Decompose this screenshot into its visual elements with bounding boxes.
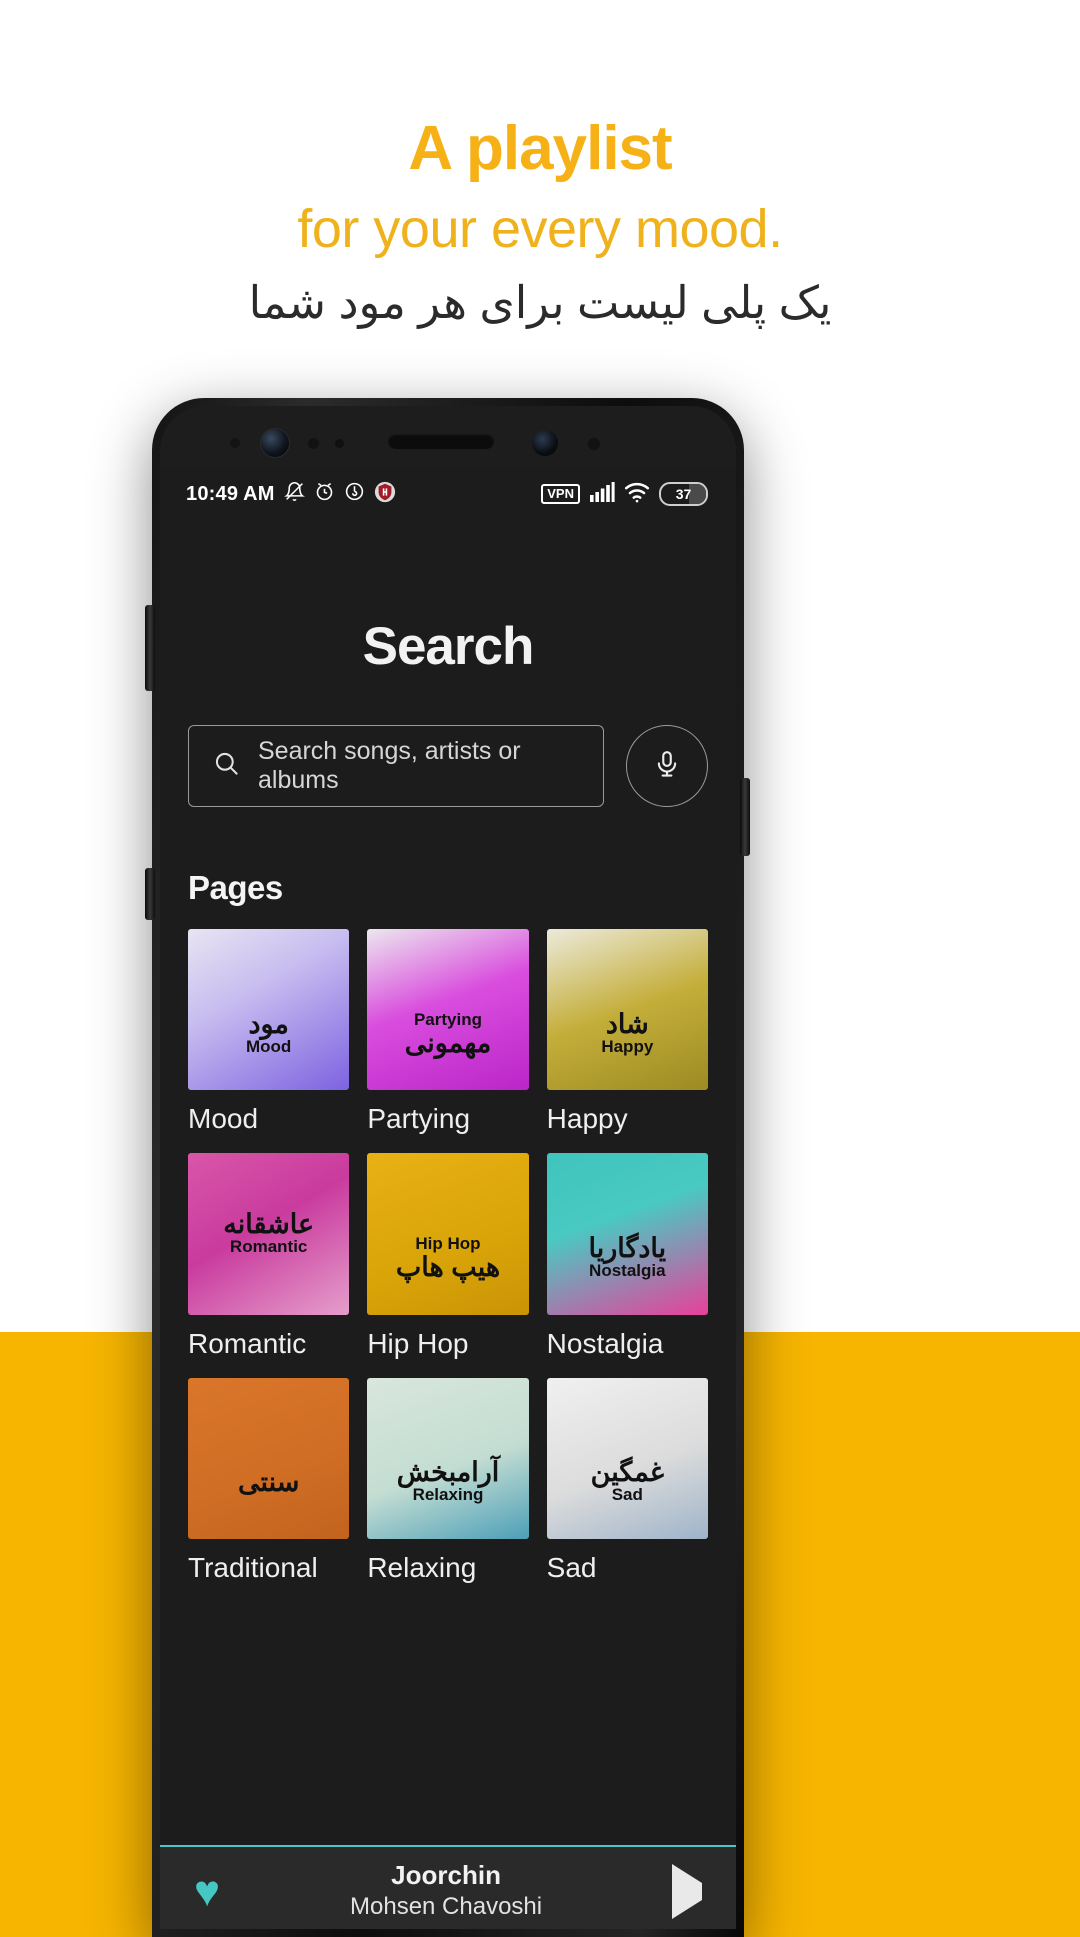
page-card[interactable]: Hip Hop هیپ هاپ Hip Hop bbox=[367, 1153, 529, 1359]
artwork-title-en: Romantic bbox=[229, 1237, 308, 1257]
status-bar-left: 10:49 AM bbox=[186, 481, 396, 508]
page-card-artwork: عاشقانه Romantic bbox=[188, 1153, 350, 1315]
page-card-artwork: شاد Happy bbox=[546, 929, 708, 1091]
page-card-artwork: غمگین Sad bbox=[546, 1377, 708, 1539]
phone-sensor-bar bbox=[160, 406, 736, 476]
artwork-badge: Partying مهمونی bbox=[367, 929, 528, 1090]
app-screen: 10:49 AM VPN 37 Search Search songs, art… bbox=[160, 468, 736, 1929]
battery-indicator: 37 bbox=[659, 482, 708, 506]
promo-headline-line2: for your every mood. bbox=[297, 199, 783, 259]
artwork-badge: شاد Happy bbox=[547, 929, 708, 1090]
phone-screen-bezel: 10:49 AM VPN 37 Search Search songs, art… bbox=[160, 406, 736, 1929]
artwork-title-fa: مهمونی bbox=[404, 1027, 492, 1058]
bell-muted-icon bbox=[283, 481, 305, 507]
page-card[interactable]: سنتی Traditional bbox=[188, 1377, 350, 1584]
page-card-artwork: Partying مهمونی bbox=[367, 929, 529, 1091]
search-icon bbox=[213, 750, 240, 782]
page-card-label: Sad bbox=[546, 1551, 597, 1583]
page-card[interactable]: Partying مهمونی Partying bbox=[367, 929, 529, 1135]
voice-search-button[interactable] bbox=[626, 725, 708, 807]
artwork-title-fa: غمگین bbox=[590, 1457, 664, 1488]
status-bar-right: VPN 37 bbox=[541, 481, 708, 508]
pages-grid: مود Mood Mood Partying مهمونی Partying ش… bbox=[188, 929, 708, 1584]
page-card[interactable]: غمگین Sad Sad bbox=[546, 1377, 708, 1584]
page-card[interactable]: یادگاریا Nostalgia Nostalgia bbox=[546, 1153, 708, 1359]
page-card-label: Traditional bbox=[188, 1551, 318, 1583]
artwork-badge: سنتی bbox=[188, 1378, 349, 1539]
section-title-pages: Pages bbox=[188, 869, 283, 906]
phone-device: 10:49 AM VPN 37 Search Search songs, art… bbox=[152, 398, 744, 1937]
play-icon[interactable] bbox=[672, 1864, 702, 1919]
artwork-badge: Hip Hop هیپ هاپ bbox=[367, 1153, 528, 1314]
artwork-title-en: Mood bbox=[246, 1036, 292, 1056]
artwork-badge: یادگاریا Nostalgia bbox=[547, 1153, 708, 1314]
page-card[interactable]: مود Mood Mood bbox=[188, 929, 350, 1135]
page-card-label: Nostalgia bbox=[546, 1327, 664, 1359]
page-card-label: Romantic bbox=[188, 1327, 307, 1359]
artwork-title-en: Sad bbox=[611, 1485, 643, 1505]
power-button[interactable] bbox=[740, 778, 750, 856]
page-card[interactable]: شاد Happy Happy bbox=[546, 929, 708, 1135]
iris-scanner-icon bbox=[532, 430, 558, 456]
artwork-badge: مود Mood bbox=[188, 929, 349, 1090]
track-artist: Mohsen Chavoshi bbox=[350, 1893, 543, 1921]
artwork-title-fa: هیپ هاپ bbox=[395, 1251, 501, 1282]
status-bar: 10:49 AM VPN 37 bbox=[160, 468, 736, 520]
page-card-artwork: Hip Hop هیپ هاپ bbox=[367, 1153, 529, 1315]
battery-percent: 37 bbox=[675, 486, 692, 502]
light-sensor-icon bbox=[335, 439, 344, 448]
artwork-title-en: Nostalgia bbox=[589, 1261, 666, 1281]
artwork-badge: غمگین Sad bbox=[547, 1378, 708, 1539]
artwork-title-fa: شاد bbox=[605, 1008, 649, 1039]
front-camera-icon bbox=[260, 428, 290, 458]
artwork-badge: آرامبخش Relaxing bbox=[367, 1378, 528, 1539]
wifi-icon bbox=[624, 481, 650, 508]
earpiece-speaker-icon bbox=[388, 434, 494, 449]
artwork-title-fa: یادگاریا bbox=[588, 1233, 667, 1264]
page-card-label: Happy bbox=[546, 1103, 628, 1135]
artwork-title-fa: آرامبخش bbox=[396, 1457, 500, 1488]
search-input[interactable]: Search songs, artists or albums bbox=[188, 725, 604, 807]
page-card-artwork: یادگاریا Nostalgia bbox=[546, 1153, 708, 1315]
microphone-icon bbox=[652, 749, 682, 784]
page-card-label: Relaxing bbox=[367, 1551, 477, 1583]
assistant-button[interactable] bbox=[145, 868, 155, 920]
status-time: 10:49 AM bbox=[186, 482, 275, 505]
signal-icon bbox=[589, 481, 615, 508]
track-title: Joorchin bbox=[391, 1860, 501, 1891]
vpn-badge: VPN bbox=[541, 483, 580, 505]
shield-icon bbox=[374, 481, 396, 508]
page-card-artwork: مود Mood bbox=[188, 929, 350, 1091]
promo-headline-persian: یک پلی لیست برای هر مود شما bbox=[248, 277, 832, 328]
search-placeholder: Search songs, artists or albums bbox=[258, 737, 521, 794]
artwork-title-fa: مود bbox=[248, 1008, 289, 1039]
page-card-label: Hip Hop bbox=[367, 1327, 469, 1359]
sensor-dot-icon bbox=[230, 438, 240, 448]
page-card-artwork: آرامبخش Relaxing bbox=[367, 1377, 529, 1539]
now-playing-info[interactable]: Joorchin Mohsen Chavoshi bbox=[220, 1861, 672, 1922]
promo-header: A playlist for your every mood. یک پلی ل… bbox=[0, 0, 1080, 400]
alarm-icon bbox=[314, 481, 335, 507]
artwork-title-en: Happy bbox=[601, 1036, 654, 1056]
page-card[interactable]: عاشقانه Romantic Romantic bbox=[188, 1153, 350, 1359]
search-row: Search songs, artists or albums bbox=[188, 725, 708, 807]
artwork-title-en: Relaxing bbox=[412, 1485, 484, 1505]
led-indicator-icon bbox=[588, 438, 600, 450]
page-card-label: Mood bbox=[188, 1103, 259, 1135]
page-card[interactable]: آرامبخش Relaxing Relaxing bbox=[367, 1377, 529, 1584]
now-playing-bar: ♥ Joorchin Mohsen Chavoshi bbox=[160, 1845, 736, 1929]
heart-icon[interactable]: ♥ bbox=[194, 1870, 220, 1914]
page-title: Search bbox=[362, 617, 535, 676]
artwork-title-fa: عاشقانه bbox=[223, 1209, 315, 1240]
page-card-artwork: سنتی bbox=[188, 1377, 350, 1539]
proximity-sensor-icon bbox=[308, 438, 319, 449]
artwork-badge: عاشقانه Romantic bbox=[188, 1153, 349, 1314]
promo-headline-line1: A playlist bbox=[408, 114, 672, 183]
volume-button[interactable] bbox=[145, 605, 155, 691]
page-card-label: Partying bbox=[367, 1103, 471, 1135]
music-circle-icon bbox=[344, 481, 365, 507]
artwork-title-fa: سنتی bbox=[237, 1466, 300, 1497]
